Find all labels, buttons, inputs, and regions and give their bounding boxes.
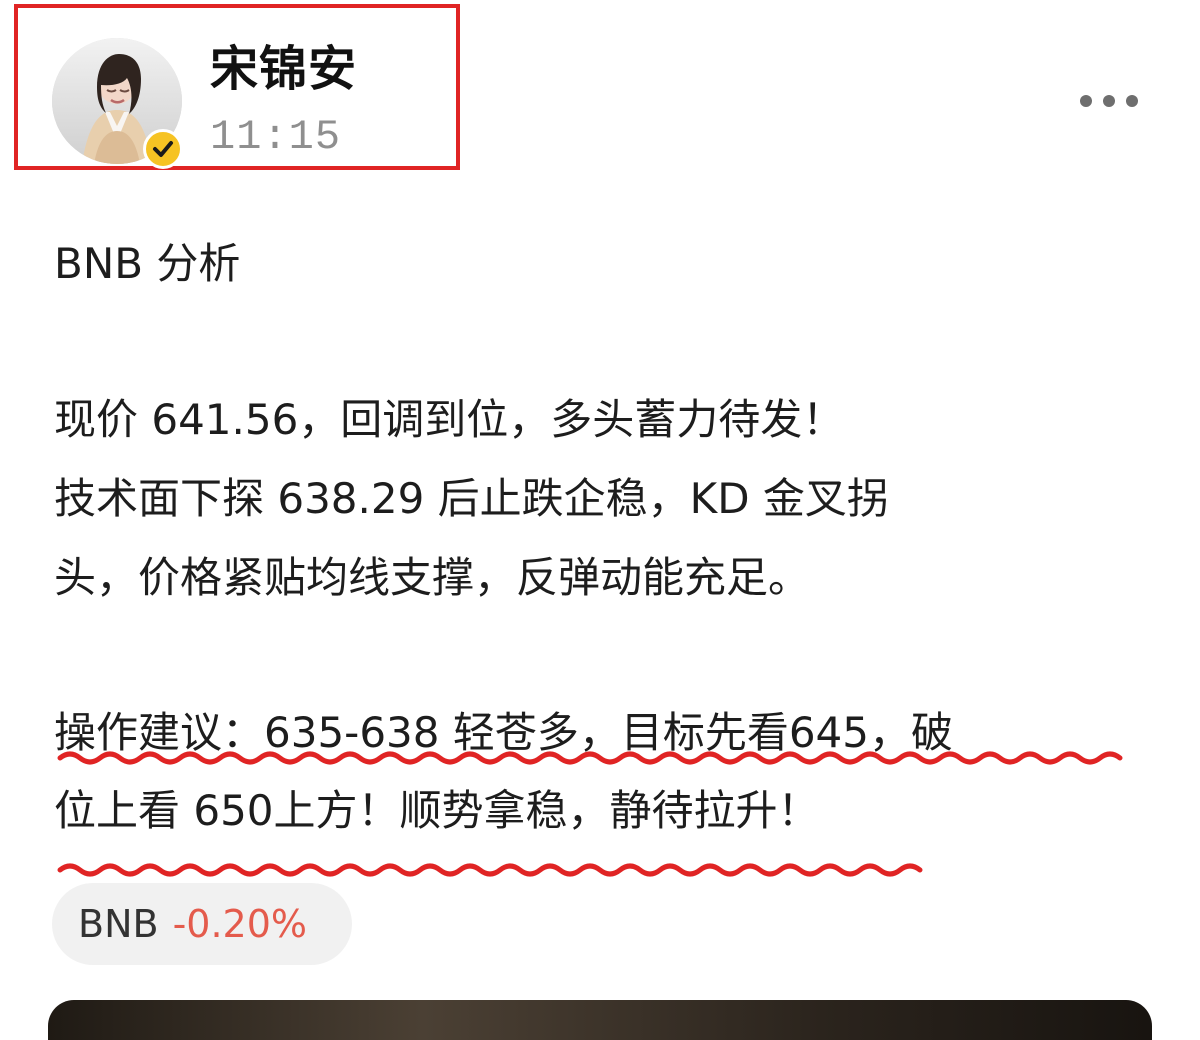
ticker-symbol: BNB (78, 902, 159, 946)
post-title: BNB 分析 (54, 239, 241, 288)
more-dot-icon (1103, 95, 1115, 107)
author-name[interactable]: 宋锦安 (210, 40, 357, 98)
more-dot-icon (1080, 95, 1092, 107)
verified-badge-icon (143, 129, 183, 169)
post-line-2: 技术面下探 638.29 后止跌企稳，KD 金叉拐 (54, 474, 889, 523)
post-time: 11:15 (210, 113, 342, 161)
more-options-button[interactable] (1080, 84, 1152, 118)
red-squiggle-underline (57, 863, 923, 877)
media-preview[interactable] (48, 1000, 1152, 1040)
ticker-chip[interactable]: BNB -0.20% (52, 883, 352, 965)
ticker-change: -0.20% (172, 902, 308, 946)
post-line-4: 操作建议：635-638 轻苍多，目标先看645，破 (54, 708, 954, 757)
post-line-3: 头，价格紧贴均线支撑，反弹动能充足。 (54, 553, 811, 602)
checkmark-icon (153, 141, 173, 157)
post-line-5: 位上看 650上方！顺势拿稳，静待拉升！ (54, 786, 820, 835)
more-dot-icon (1126, 95, 1138, 107)
post-line-1: 现价 641.56，回调到位，多头蓄力待发！ (54, 395, 845, 444)
